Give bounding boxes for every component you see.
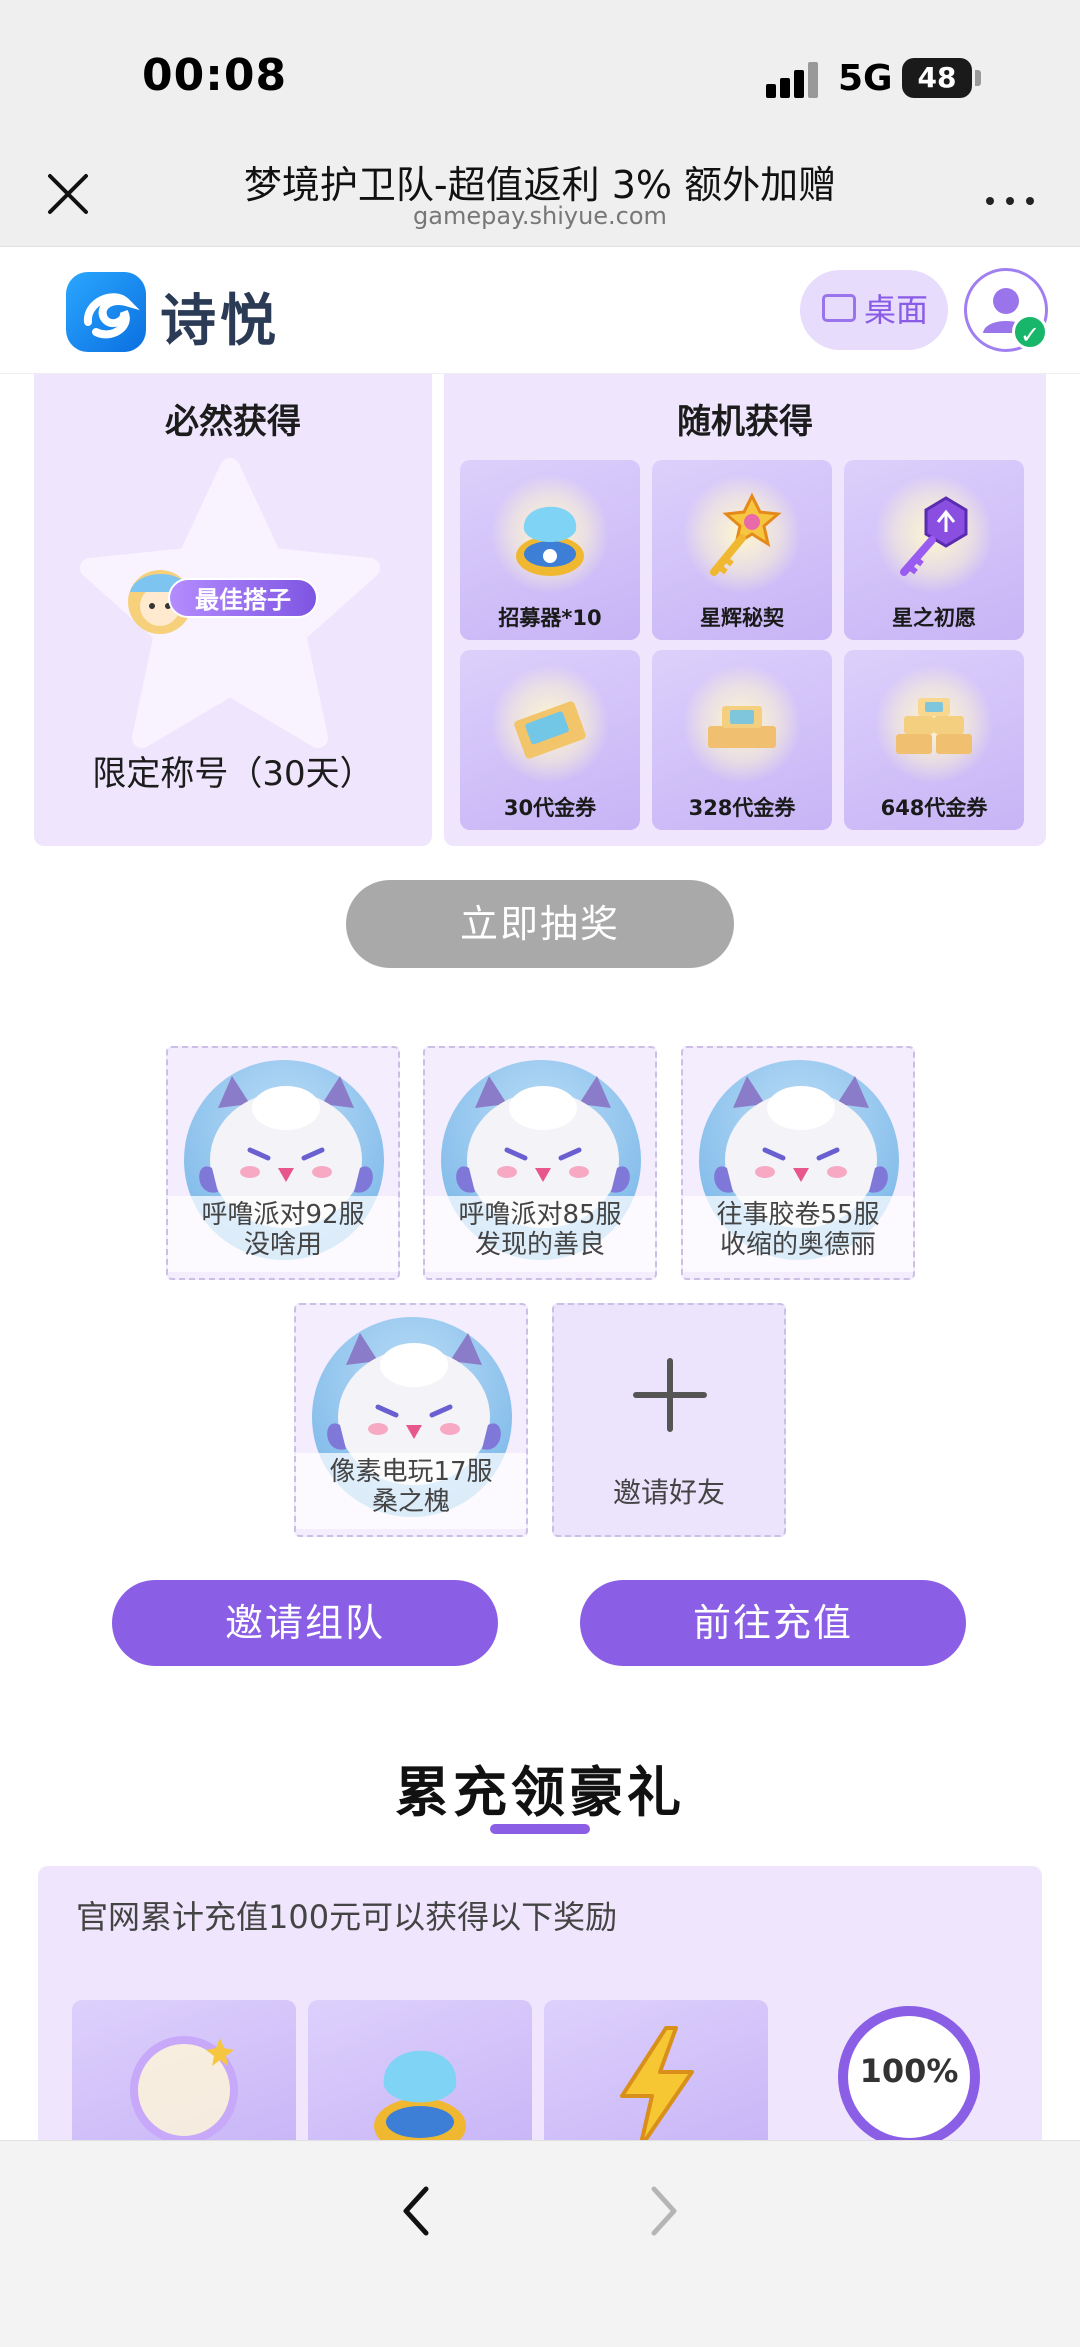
prize-label: 328代金券 [688, 796, 796, 820]
invite-friend-card[interactable]: 邀请好友 [552, 1303, 786, 1537]
verified-check-icon: ✓ [1012, 314, 1048, 350]
plus-icon [633, 1358, 707, 1432]
random-heading: 随机获得 [677, 402, 813, 442]
team-member-card: 往事胶卷55服 收缩的奥德丽 [681, 1046, 915, 1280]
desktop-icon [822, 294, 856, 322]
network-type: 5G [838, 58, 893, 99]
desktop-button[interactable]: 桌面 [800, 270, 948, 350]
guaranteed-heading: 必然获得 [165, 402, 301, 442]
member-name: 呼噜派对92服 没啥用 [168, 1196, 398, 1272]
prize-purple-key: 星之初愿 [844, 460, 1024, 640]
invite-team-button[interactable]: 邀请组队 [112, 1580, 498, 1666]
prize-label: 30代金券 [503, 796, 597, 820]
star-key-icon [710, 492, 782, 576]
prize-voucher-648: 648代金券 [844, 650, 1024, 830]
section-underline [490, 1824, 590, 1834]
invite-friend-label: 邀请好友 [612, 1476, 725, 1509]
forward-icon[interactable] [644, 2181, 684, 2241]
voucher-pile-icon [896, 698, 972, 754]
purple-key-icon [900, 496, 968, 576]
guaranteed-reward-panel: 必然获得 最佳搭子 限定称号（30天） [34, 374, 432, 846]
section-title: 累充领豪礼 [395, 1761, 685, 1824]
accumulate-prize [72, 2000, 296, 2150]
status-bar: 00:08 5G 48 [0, 0, 1080, 140]
more-menu-button[interactable] [980, 180, 1040, 210]
close-icon[interactable] [44, 170, 92, 218]
accumulate-description: 官网累计充值100元可以获得以下奖励 [76, 1898, 618, 1936]
prize-label: 招募器*10 [498, 606, 602, 630]
go-recharge-button[interactable]: 前往充值 [580, 1580, 966, 1666]
logo-icon[interactable] [66, 272, 146, 352]
random-reward-panel: 随机获得 招募器*10 星辉秘契 星之初愿 30代金券 328代金券 648代金… [444, 374, 1046, 846]
prize-label: 星辉秘契 [700, 606, 784, 630]
recruiter-icon [374, 2050, 466, 2150]
team-member-card: 呼噜派对85服 发现的善良 [423, 1046, 657, 1280]
page-url: gamepay.shiyue.com [413, 202, 667, 230]
member-name: 往事胶卷55服 收缩的奥德丽 [683, 1196, 913, 1272]
battery-tip [975, 70, 981, 86]
progress-text: 100% [859, 2052, 959, 2090]
voucher-stack-icon [708, 706, 776, 748]
prize-recruiter: 招募器*10 [460, 460, 640, 640]
member-name: 呼噜派对85服 发现的善良 [425, 1196, 655, 1272]
battery-icon: 48 [902, 58, 972, 98]
accumulate-panel: 官网累计充值100元可以获得以下奖励 100% [38, 1866, 1042, 2166]
status-time: 00:08 [142, 50, 288, 101]
member-name: 像素电玩17服 桑之槐 [296, 1453, 526, 1529]
prize-label: 648代金券 [880, 796, 988, 820]
logo-text[interactable]: 诗悦 [160, 276, 280, 357]
site-header: 诗悦 桌面 ✓ [0, 248, 1080, 374]
voucher-icon [514, 701, 586, 759]
halo-frame-icon [130, 2036, 238, 2144]
prize-label: 星之初愿 [892, 606, 976, 630]
accumulate-prize [544, 2000, 768, 2150]
title-badge-text: 最佳搭子 [168, 578, 318, 618]
prize-voucher-30: 30代金券 [460, 650, 640, 830]
page-title: 梦境护卫队-超值返利 3% 额外加赠 [243, 163, 837, 207]
recruiter-icon [516, 506, 584, 576]
desktop-label: 桌面 [864, 291, 929, 329]
browser-bottom-bar [0, 2140, 1080, 2347]
more-icon [986, 197, 1034, 205]
back-icon[interactable] [396, 2181, 436, 2241]
prize-star-key: 星辉秘契 [652, 460, 832, 640]
lightning-icon [620, 2026, 694, 2150]
accumulate-prize [308, 2000, 532, 2150]
signal-icon [766, 62, 822, 98]
prize-voucher-328: 328代金券 [652, 650, 832, 830]
draw-button[interactable]: 立即抽奖 [346, 880, 734, 968]
team-member-card: 呼噜派对92服 没啥用 [166, 1046, 400, 1280]
browser-header: 梦境护卫队-超值返利 3% 额外加赠 gamepay.shiyue.com [0, 140, 1080, 247]
title-caption: 限定称号（30天） [92, 754, 374, 794]
team-member-card: 像素电玩17服 桑之槐 [294, 1303, 528, 1537]
